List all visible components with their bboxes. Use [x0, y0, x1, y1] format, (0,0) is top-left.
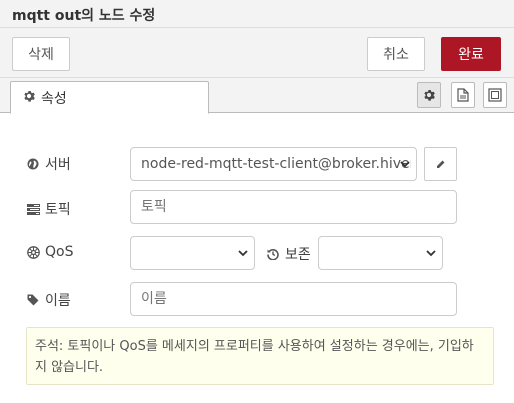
qos-label-text: QoS [45, 244, 74, 260]
server-select[interactable]: node-red-mqtt-test-client@broker.hivemq.… [130, 147, 417, 181]
retain-label-text: 보존 [285, 247, 311, 263]
globe-icon [26, 158, 40, 170]
cancel-button[interactable]: 취소 [367, 37, 425, 71]
server-label-text: 서버 [45, 157, 71, 173]
name-input[interactable] [130, 282, 457, 316]
tab-settings[interactable] [417, 82, 441, 108]
server-select-value: node-red-mqtt-test-client@broker.hivemq.… [141, 156, 411, 172]
chevron-down-icon [426, 247, 436, 263]
chevron-down-icon [238, 247, 248, 263]
pencil-icon [436, 160, 444, 168]
qos-select[interactable] [130, 236, 255, 270]
topic-label: 토픽 [26, 199, 71, 219]
chevron-down-icon [400, 158, 410, 174]
form-tip: 주석: 토픽이나 QoS를 메세지의 프로퍼티를 사용하여 설정하는 경우에는,… [26, 327, 494, 385]
retain-select[interactable] [318, 236, 443, 270]
tab-description[interactable] [451, 82, 475, 108]
tag-icon [26, 294, 40, 306]
tray-header: mqtt out의 노드 수정 [0, 0, 514, 28]
topic-label-text: 토픽 [45, 202, 71, 218]
tasks-icon [26, 203, 40, 215]
gear-icon [424, 89, 435, 101]
done-button[interactable]: 완료 [441, 37, 501, 71]
tray-title: mqtt out의 노드 수정 [12, 8, 156, 24]
history-icon [266, 248, 280, 260]
tab-properties[interactable]: 속성 [10, 81, 209, 114]
tabs-bar: 속성 [0, 78, 514, 114]
gear-icon [23, 90, 35, 105]
empire-icon [26, 245, 40, 259]
tab-properties-label: 속성 [41, 90, 67, 107]
tab-appearance[interactable] [483, 82, 507, 108]
edit-server-button[interactable] [424, 147, 457, 181]
retain-label: 보존 [266, 244, 311, 264]
edit-tray: mqtt out의 노드 수정 삭제 취소 완료 속성 서버 node-red-… [0, 0, 514, 403]
name-label: 이름 [26, 290, 71, 310]
form-tip-text: 주석: 토픽이나 QoS를 메세지의 프로퍼티를 사용하여 설정하는 경우에는,… [35, 339, 474, 375]
file-icon [457, 88, 469, 102]
delete-button[interactable]: 삭제 [12, 37, 70, 71]
server-label: 서버 [26, 154, 71, 174]
tray-toolbar: 삭제 취소 완료 [0, 28, 514, 78]
qos-label: QoS [26, 244, 73, 260]
window-icon [488, 88, 502, 102]
topic-input[interactable] [130, 190, 457, 224]
name-label-text: 이름 [45, 293, 71, 309]
